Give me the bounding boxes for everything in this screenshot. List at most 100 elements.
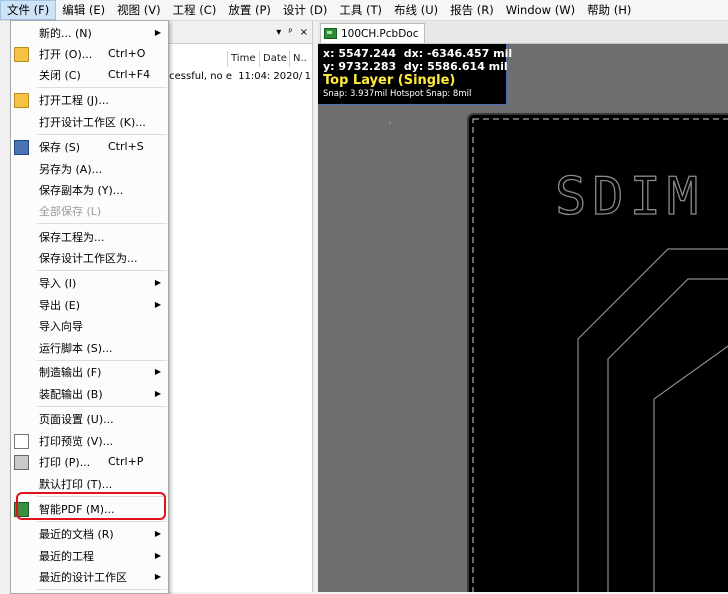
hud-row-y: y: 9732.283 dy: 5586.614 mil [323,60,508,73]
menu-separator [37,87,167,88]
menu-file[interactable]: 文件 (F) [0,0,57,20]
menu-item-label: 打印 (P)... [39,455,91,469]
hud-snap: Snap: 3.937mil Hotspot Snap: 8mil [323,89,472,99]
menu-item-run-script[interactable]: 运行脚本 (S)... [11,337,168,358]
menu-item-label: 页面设置 (U)... [39,412,114,426]
menu-item-shortcut: Ctrl+O [108,47,146,60]
pcb-doc-icon [324,28,337,39]
menu-item-fabrication-outputs[interactable]: 制造输出 (F) ▶ [11,361,168,382]
close-icon[interactable]: × [300,27,308,38]
pcb-canvas[interactable]: SDIM [318,44,728,592]
menu-item-save-as[interactable]: 另存为 (A)... [11,158,168,179]
menu-item-print-preview[interactable]: 打印预览 (V)... [11,430,168,451]
print-icon [14,455,29,470]
menu-item-save-all: 全部保存 (L) [11,200,168,221]
menu-item-open[interactable]: 打开 (O)... Ctrl+O [11,43,168,64]
menu-item-label: 打印预览 (V)... [39,434,114,448]
message-text: ccessful, no e [163,71,232,82]
save-icon [14,140,29,155]
menu-separator [37,406,167,407]
menu-separator [37,270,167,271]
document-tab-bar: 100CH.PcbDoc [318,21,728,44]
menu-item-recent-documents[interactable]: 最近的文档 (R) ▶ [11,523,168,544]
menu-item-label: 打开 (O)... [39,47,93,61]
menu-item-export[interactable]: 导出 (E) ▶ [11,294,168,315]
menu-item-save-copy-as[interactable]: 保存副本为 (Y)... [11,179,168,200]
menu-item-label: 保存 (S) [39,140,81,154]
menu-item-label: 导出 (E) [39,298,81,312]
menu-item-label: 保存设计工作区为... [39,251,138,265]
menu-item-recent-projects[interactable]: 最近的工程 ▶ [11,545,168,566]
menu-item-open-workspace[interactable]: 打开设计工作区 (K)... [11,111,168,132]
menu-tools[interactable]: 工具 (T) [333,0,388,20]
menu-help[interactable]: 帮助 (H) [581,0,637,20]
menu-item-open-project[interactable]: 打开工程 (J)... [11,89,168,110]
menu-separator [37,134,167,135]
menu-item-label: 默认打印 (T)... [39,477,113,491]
print-preview-icon [14,434,29,449]
menu-project[interactable]: 工程 (C) [167,0,223,20]
coordinate-hud: x: 5547.244 dx: -6346.457 mil y: 9732.28… [318,44,512,105]
message-row[interactable]: ccessful, no e 11:04: 2020/ 1 [160,71,312,82]
column-no[interactable]: N.. [289,51,307,67]
menu-item-label: 最近的工程 [39,549,94,563]
menu-item-label: 打开设计工作区 (K)... [39,115,146,129]
menu-item-save-workspace-as[interactable]: 保存设计工作区为... [11,247,168,268]
panel-menu-icon[interactable]: ▾ [276,27,281,38]
file-menu-dropdown: 新的... (N) ▶ 打开 (O)... Ctrl+O 关闭 (C) Ctrl… [10,20,169,594]
submenu-arrow-icon: ▶ [154,389,161,398]
menu-item-shortcut: Ctrl+F4 [108,68,151,81]
menu-item-shortcut: Ctrl+S [108,140,144,153]
hud-dy: dy: 5586.614 mil [403,60,508,73]
message-no: 1 [304,71,311,82]
menu-item-assembly-outputs[interactable]: 装配输出 (B) ▶ [11,383,168,404]
menu-item-new[interactable]: 新的... (N) ▶ [11,22,168,43]
message-date: 2020/ [273,71,303,82]
pin-icon[interactable]: ᵖ [288,27,292,38]
menu-item-label: 全部保存 (L) [39,204,102,218]
menu-item-label: 新的... (N) [39,26,92,40]
submenu-arrow-icon: ▶ [154,367,161,376]
menu-item-page-setup[interactable]: 页面设置 (U)... [11,408,168,429]
menu-item-save[interactable]: 保存 (S) Ctrl+S [11,136,168,157]
menu-reports[interactable]: 报告 (R) [444,0,500,20]
submenu-arrow-icon: ▶ [154,28,161,37]
menu-item-recent-workspaces[interactable]: 最近的设计工作区 ▶ [11,566,168,587]
column-date[interactable]: Date [259,51,289,67]
menu-item-import-wizard[interactable]: 导入向导 [11,315,168,336]
silkscreen-text: SDIM [555,167,704,227]
menu-view[interactable]: 视图 (V) [111,0,167,20]
column-time[interactable]: Time [227,51,259,67]
menu-item-shortcut: Ctrl+P [108,455,144,468]
menu-item-label: 保存副本为 (Y)... [39,183,124,197]
menu-item-import[interactable]: 导入 (I) ▶ [11,272,168,293]
menu-route[interactable]: 布线 (U) [388,0,444,20]
open-project-icon [14,93,29,108]
menu-item-print[interactable]: 打印 (P)... Ctrl+P [11,451,168,472]
menu-item-label: 关闭 (C) [39,68,81,82]
menu-item-label: 保存工程为... [39,230,105,244]
submenu-arrow-icon: ▶ [154,300,161,309]
submenu-arrow-icon: ▶ [154,529,161,538]
menu-edit[interactable]: 编辑 (E) [56,0,111,20]
menu-item-close[interactable]: 关闭 (C) Ctrl+F4 [11,64,168,85]
hud-dx: dx: -6346.457 mil [403,47,513,60]
submenu-arrow-icon: ▶ [154,551,161,560]
submenu-arrow-icon: ▶ [154,278,161,287]
menu-item-label: 最近的文档 (R) [39,527,114,541]
menu-item-default-print[interactable]: 默认打印 (T)... [11,473,168,494]
menu-item-save-project-as[interactable]: 保存工程为... [11,226,168,247]
messages-panel: ▾ ᵖ × Time Date N.. ccessful, no e 11:04… [160,21,313,592]
menu-place[interactable]: 放置 (P) [222,0,277,20]
menu-design[interactable]: 设计 (D) [277,0,333,20]
panel-header: ▾ ᵖ × [160,21,312,44]
hud-layer: Top Layer (Single) [323,73,456,88]
menu-separator [37,521,167,522]
menu-item-label: 打开工程 (J)... [39,93,109,107]
menu-item-label: 装配输出 (B) [39,387,103,401]
menu-item-label: 导入 (I) [39,276,77,290]
pcb-board-drawing: SDIM [389,113,728,592]
tab-pcb-document[interactable]: 100CH.PcbDoc [320,23,426,43]
open-folder-icon [14,47,29,62]
menu-window[interactable]: Window (W) [500,0,581,20]
